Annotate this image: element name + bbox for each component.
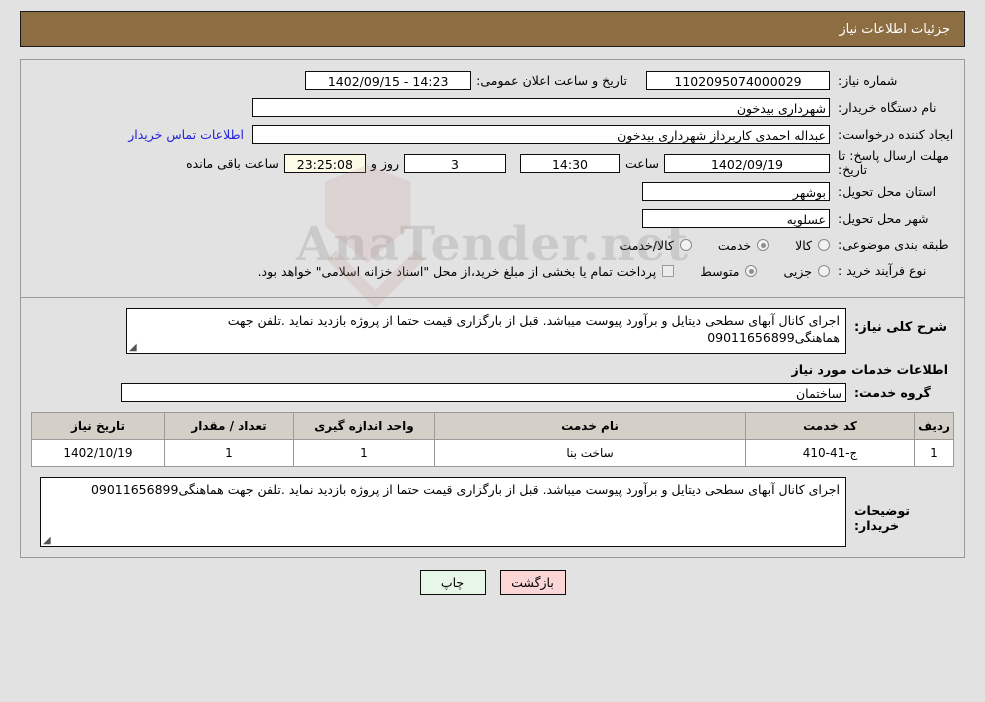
details-panel: شماره نیاز: 1102095074000029 تاریخ و ساع… bbox=[20, 59, 965, 558]
delivery-province-label: استان محل تحویل: bbox=[838, 183, 937, 199]
public-announce-field[interactable]: 14:23 - 1402/09/15 bbox=[305, 71, 472, 90]
resize-grip-icon[interactable]: ◢ bbox=[43, 536, 51, 546]
delivery-province-field[interactable]: بوشهر bbox=[642, 182, 830, 201]
countdown-field[interactable]: 23:25:08 bbox=[283, 153, 366, 173]
payment-checkbox[interactable] bbox=[662, 265, 675, 277]
radio-icon bbox=[679, 239, 692, 251]
buyer-notes-label: توضیحات خریدار: bbox=[854, 503, 910, 533]
col-radif: ردیف bbox=[914, 412, 954, 440]
back-button[interactable]: بازگشت bbox=[499, 570, 566, 595]
response-deadline-label: مهلت ارسال پاسخ: تا تاریخ: bbox=[838, 148, 949, 177]
print-button[interactable]: چاپ bbox=[419, 570, 486, 595]
col-quantity: تعداد / مقدار bbox=[164, 412, 294, 440]
buyer-org-label: نام دستگاه خریدار: bbox=[838, 99, 937, 115]
subject-category-label: طبقه بندی موضوعی: bbox=[838, 237, 949, 252]
delivery-city-label: شهر محل تحویل: bbox=[838, 210, 929, 226]
row-buyer-org: نام دستگاه خریدار: شهرداری بیدخون bbox=[31, 95, 954, 120]
request-creator-field[interactable]: عبداله احمدی کاربرداز شهرداری بیدخون bbox=[252, 125, 830, 144]
row-request-creator: ایجاد کننده درخواست: عبداله احمدی کاربرد… bbox=[31, 122, 954, 147]
description-label: شرح کلی نیاز: bbox=[854, 320, 948, 335]
col-unit: واحد اندازه گیری bbox=[293, 412, 435, 440]
buyer-notes-text: اجرای کانال آبهای سطحی دیتایل و برآورد پ… bbox=[90, 482, 840, 497]
radio-category-service-label: خدمت bbox=[717, 237, 752, 253]
col-need-date: تاریخ نیاز bbox=[31, 412, 165, 440]
services-heading: اطلاعات خدمات مورد نیاز bbox=[791, 362, 949, 377]
radio-icon bbox=[818, 265, 830, 277]
need-number-field[interactable]: 1102095074000029 bbox=[646, 71, 830, 90]
deadline-date-field[interactable]: 1402/09/19 bbox=[664, 153, 830, 173]
remaining-days-field[interactable]: 3 bbox=[403, 153, 506, 173]
radio-category-goods[interactable]: کالا bbox=[795, 238, 830, 253]
purchase-type-label: نوع فرآیند خرید : bbox=[838, 263, 927, 278]
buyer-org-field[interactable]: شهرداری بیدخون bbox=[252, 98, 830, 117]
service-group-field[interactable]: ساختمان bbox=[121, 383, 846, 402]
row-delivery-city: شهر محل تحویل: عسلویه bbox=[31, 206, 954, 231]
radio-category-goods-service[interactable]: کالا/خدمت bbox=[619, 237, 692, 253]
buyer-contact-link[interactable]: اطلاعات تماس خریدار bbox=[120, 127, 252, 142]
cell-quantity: 1 bbox=[164, 439, 294, 467]
cell-service-name: ساخت بنا bbox=[434, 439, 746, 467]
radio-icon-selected bbox=[757, 239, 770, 251]
row-need-number: شماره نیاز: 1102095074000029 تاریخ و ساع… bbox=[31, 68, 954, 93]
items-table-wrap: ردیف کد خدمت نام خدمت واحد اندازه گیری ت… bbox=[21, 412, 964, 473]
service-group-label: گروه خدمت: bbox=[854, 385, 931, 400]
request-creator-label: ایجاد کننده درخواست: bbox=[838, 126, 954, 142]
row-purchase-type: نوع فرآیند خرید : جزیی متوسط پرداخت تمام… bbox=[31, 259, 954, 283]
remaining-days-label: روز و bbox=[370, 155, 399, 171]
page-header: جزئیات اطلاعات نیاز bbox=[20, 11, 965, 47]
row-subject-category: طبقه بندی موضوعی: کالا خدمت کالا/خدمت bbox=[31, 233, 954, 257]
radio-purchase-medium[interactable]: متوسط bbox=[700, 263, 758, 279]
deadline-time-label: ساعت bbox=[624, 155, 659, 171]
services-table: ردیف کد خدمت نام خدمت واحد اندازه گیری ت… bbox=[31, 412, 954, 467]
radio-icon bbox=[818, 239, 830, 251]
cell-service-code: ج-41-410 bbox=[745, 439, 915, 467]
page-root: جزئیات اطلاعات نیاز AnaTender.net شماره … bbox=[0, 11, 985, 595]
radio-category-service[interactable]: خدمت bbox=[717, 237, 770, 253]
delivery-city-field[interactable]: عسلویه bbox=[642, 209, 830, 228]
resize-grip-icon[interactable]: ◢ bbox=[129, 343, 137, 353]
description-text: اجرای کانال آبهای سطحی دیتایل و برآورد پ… bbox=[227, 313, 840, 345]
description-section: شرح کلی نیاز: اجرای کانال آبهای سطحی دیت… bbox=[21, 298, 964, 412]
col-service-name: نام خدمت bbox=[434, 412, 746, 440]
cell-radif: 1 bbox=[914, 439, 954, 467]
countdown-label: ساعت باقی مانده bbox=[186, 155, 279, 171]
buyer-notes-textarea[interactable]: اجرای کانال آبهای سطحی دیتایل و برآورد پ… bbox=[40, 477, 846, 547]
row-response-deadline: مهلت ارسال پاسخ: تا تاریخ: 1402/09/19 سا… bbox=[31, 149, 954, 177]
page-title: جزئیات اطلاعات نیاز bbox=[839, 21, 950, 37]
public-announce-label: تاریخ و ساعت اعلان عمومی: bbox=[476, 73, 627, 88]
row-description: شرح کلی نیاز: اجرای کانال آبهای سطحی دیت… bbox=[31, 308, 954, 354]
footer-actions: بازگشت چاپ bbox=[0, 570, 985, 595]
need-number-label: شماره نیاز: bbox=[838, 72, 898, 88]
deadline-time-field[interactable]: 14:30 bbox=[519, 153, 620, 173]
radio-purchase-medium-label: متوسط bbox=[700, 263, 740, 279]
radio-purchase-minor-label: جزیی bbox=[783, 263, 812, 279]
radio-purchase-minor[interactable]: جزیی bbox=[783, 264, 830, 279]
cell-need-date: 1402/10/19 bbox=[31, 439, 165, 467]
table-head: ردیف کد خدمت نام خدمت واحد اندازه گیری ت… bbox=[31, 412, 954, 440]
radio-category-goods-service-label: کالا/خدمت bbox=[619, 237, 674, 253]
row-service-group: گروه خدمت: ساختمان bbox=[31, 381, 954, 408]
radio-icon-selected bbox=[745, 265, 758, 277]
col-service-code: کد خدمت bbox=[745, 412, 915, 440]
radio-category-goods-label: کالا bbox=[795, 237, 812, 253]
table-body: 1 ج-41-410 ساخت بنا 1 1 1402/10/19 bbox=[31, 439, 954, 467]
table-row: 1 ج-41-410 ساخت بنا 1 1 1402/10/19 bbox=[31, 439, 954, 467]
row-buyer-notes: توضیحات خریدار: اجرای کانال آبهای سطحی د… bbox=[21, 473, 964, 557]
summary-section: شماره نیاز: 1102095074000029 تاریخ و ساع… bbox=[21, 60, 964, 291]
table-header-row: ردیف کد خدمت نام خدمت واحد اندازه گیری ت… bbox=[31, 412, 954, 440]
row-delivery-province: استان محل تحویل: بوشهر bbox=[31, 179, 954, 204]
description-textarea[interactable]: اجرای کانال آبهای سطحی دیتایل و برآورد پ… bbox=[126, 308, 846, 354]
payment-note-text: پرداخت تمام یا بخشی از مبلغ خرید،از محل … bbox=[257, 263, 657, 279]
cell-unit: 1 bbox=[293, 439, 435, 467]
